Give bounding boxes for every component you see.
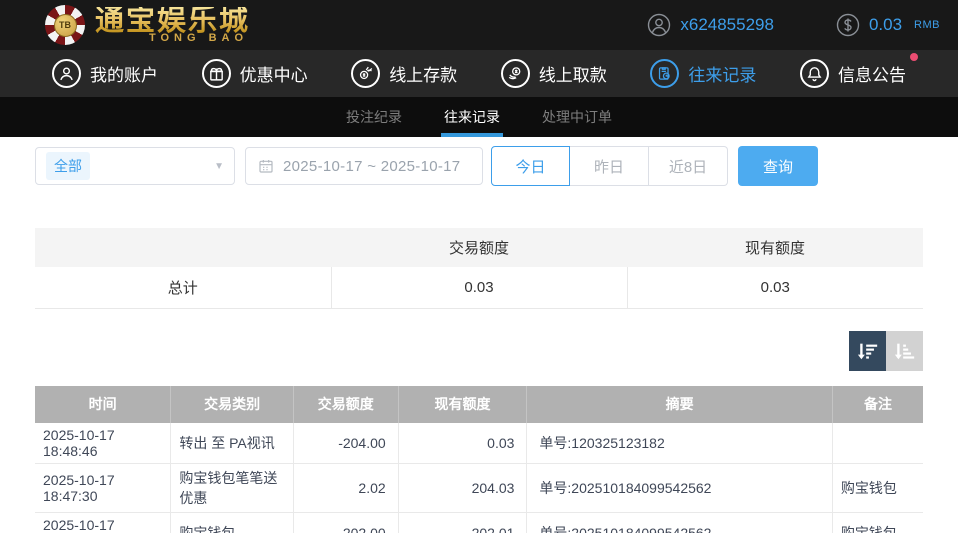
sort-controls (35, 331, 923, 371)
col-header-time: 时间 (35, 386, 171, 423)
summary-header-empty (35, 228, 331, 267)
summary-transaction-total: 0.03 (331, 267, 627, 308)
col-header-remark: 备注 (832, 386, 923, 423)
cell-time: 2025-10-17 18:47:30 (35, 512, 171, 533)
cell-balance: 204.03 (398, 463, 527, 512)
cell-remark: 购宝钱包 (832, 512, 923, 533)
tab-betting-records[interactable]: 投注纪录 (343, 97, 405, 137)
last-8-days-button[interactable]: 近8日 (649, 146, 728, 186)
date-range-value: 2025-10-17 ~ 2025-10-17 (283, 158, 460, 175)
nav-promotions[interactable]: 优惠中心 (202, 59, 308, 88)
poker-chip-icon: TB (45, 5, 85, 45)
main-navigation: 我的账户 优惠中心 线上存款 线上取款 (0, 50, 958, 97)
sort-descending-button[interactable] (849, 331, 886, 371)
summary-total-label: 总计 (35, 267, 331, 308)
search-button[interactable]: 查询 (738, 146, 818, 186)
summary-balance-total: 0.03 (627, 267, 923, 308)
account-balance[interactable]: 0.03 RMB (836, 13, 940, 37)
today-button[interactable]: 今日 (491, 146, 570, 186)
notification-dot (910, 53, 918, 61)
summary-total-row: 总计 0.03 0.03 (35, 267, 923, 308)
nav-deposit[interactable]: 线上存款 (351, 59, 457, 88)
cell-balance: 0.03 (398, 423, 527, 464)
cell-remark: 购宝钱包 (832, 463, 923, 512)
calendar-icon (258, 158, 274, 174)
cell-type: 转出 至 PA视讯 (171, 423, 294, 464)
table-row: 2025-10-17 18:48:46 转出 至 PA视讯 -204.00 0.… (35, 423, 923, 464)
summary-header-transaction: 交易额度 (331, 228, 627, 267)
records-table: 时间 交易类别 交易额度 现有额度 摘要 备注 2025-10-17 18:48… (35, 386, 923, 533)
table-row: 2025-10-17 18:47:30 购宝钱包笔笔送优惠 2.02 204.0… (35, 463, 923, 512)
cell-amount: -204.00 (293, 423, 398, 464)
sort-ascending-icon (894, 340, 916, 362)
user-circle-icon (647, 13, 671, 37)
content-area: 全部 ▼ 2025-10-17 ~ 2025-10-17 今日 昨日 近8日 查… (0, 137, 958, 533)
chevron-down-icon: ▼ (214, 161, 224, 172)
deposit-icon (351, 59, 380, 88)
summary-header-balance: 现有额度 (627, 228, 923, 267)
summary-table: 交易额度 现有额度 总计 0.03 0.03 (35, 228, 923, 309)
sort-descending-icon (857, 340, 879, 362)
chip-core-label: TB (54, 14, 77, 37)
nav-my-account[interactable]: 我的账户 (52, 59, 158, 88)
cell-summary: 单号:202510184099542562 (527, 512, 832, 533)
bell-icon (800, 59, 829, 88)
site-subtitle: TONG BAO (149, 33, 250, 44)
cell-amount: 2.02 (293, 463, 398, 512)
cell-time: 2025-10-17 18:48:46 (35, 423, 171, 464)
nav-announcements[interactable]: 信息公告 (800, 59, 906, 88)
cell-time: 2025-10-17 18:47:30 (35, 463, 171, 512)
quick-date-button-group: 今日 昨日 近8日 (491, 146, 728, 186)
balance-amount: 0.03 (869, 15, 902, 35)
withdraw-icon (501, 59, 530, 88)
currency-label: RMB (914, 19, 940, 31)
col-header-balance: 现有额度 (398, 386, 527, 423)
gift-icon (202, 59, 231, 88)
table-row: 2025-10-17 18:47:30 购宝钱包 202.00 202.01 单… (35, 512, 923, 533)
records-header-row: 时间 交易类别 交易额度 现有额度 摘要 备注 (35, 386, 923, 423)
col-header-summary: 摘要 (527, 386, 832, 423)
username-text: x624855298 (680, 15, 774, 35)
sort-ascending-button[interactable] (886, 331, 923, 371)
cell-balance: 202.01 (398, 512, 527, 533)
cell-amount: 202.00 (293, 512, 398, 533)
nav-withdraw[interactable]: 线上取款 (501, 59, 607, 88)
account-username[interactable]: x624855298 (647, 13, 774, 37)
tab-processing-orders[interactable]: 处理中订单 (539, 97, 615, 137)
category-select[interactable]: 全部 ▼ (35, 147, 235, 185)
dollar-circle-icon (836, 13, 860, 37)
top-header: TB 通宝娱乐城 TONG BAO x624855298 0.03 RMB (0, 0, 958, 50)
records-icon (650, 59, 679, 88)
site-logo[interactable]: TB 通宝娱乐城 TONG BAO (45, 5, 250, 45)
yesterday-button[interactable]: 昨日 (570, 146, 649, 186)
cell-type: 购宝钱包笔笔送优惠 (171, 463, 294, 512)
nav-transaction-records[interactable]: 往来记录 (650, 59, 756, 88)
cell-summary: 单号:120325123182 (527, 423, 832, 464)
selected-category-tag: 全部 (46, 152, 90, 180)
tab-transaction-records[interactable]: 往来记录 (441, 97, 503, 137)
cell-type: 购宝钱包 (171, 512, 294, 533)
sub-navigation: 投注纪录 往来记录 处理中订单 (0, 97, 958, 137)
user-icon (52, 59, 81, 88)
col-header-amount: 交易额度 (293, 386, 398, 423)
col-header-type: 交易类别 (171, 386, 294, 423)
date-range-input[interactable]: 2025-10-17 ~ 2025-10-17 (245, 147, 483, 185)
cell-summary: 单号:202510184099542562 (527, 463, 832, 512)
filter-row: 全部 ▼ 2025-10-17 ~ 2025-10-17 今日 昨日 近8日 查… (35, 146, 923, 186)
cell-remark (832, 423, 923, 464)
